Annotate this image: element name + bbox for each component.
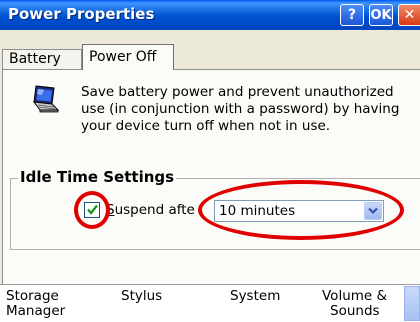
item-label-line1: Stylus	[121, 288, 163, 304]
help-button[interactable]: ?	[340, 4, 364, 26]
laptop-icon	[32, 85, 60, 113]
tab-battery[interactable]: Battery	[2, 49, 82, 69]
description-line: Save battery power and prevent unauthori…	[81, 84, 394, 100]
control-panel-item-storage-manager[interactable]: Storage Manager	[6, 289, 65, 319]
control-panel-item-volume-sounds[interactable]: Volume & Sounds	[322, 289, 387, 319]
idle-time-group-title: Idle Time Settings	[18, 168, 177, 186]
item-label-line1: Storage	[6, 288, 59, 304]
description-line: your device turn off when not in use.	[81, 118, 331, 134]
window-title: Power Properties	[8, 5, 155, 23]
annotation-circle-select	[198, 180, 404, 240]
suspend-label-rest: uspend afte	[114, 202, 195, 218]
annotation-circle-checkbox	[74, 191, 110, 229]
item-label-line2: Manager	[6, 303, 66, 319]
description-line: use (in conjunction with a password) by …	[81, 101, 400, 117]
power-off-description: Save battery power and prevent unauthori…	[81, 84, 417, 135]
item-label-line1: System	[230, 288, 281, 304]
suspend-checkbox-label[interactable]: Suspend afte	[106, 202, 195, 218]
item-label-line1: Volume &	[322, 288, 388, 304]
close-button[interactable]: ✕	[398, 4, 420, 26]
scrollbar[interactable]	[404, 286, 420, 321]
item-label-line2: Sounds	[330, 303, 380, 319]
ok-button[interactable]: OK	[369, 4, 393, 26]
control-panel-item-system[interactable]: System	[230, 289, 280, 304]
tab-power-off[interactable]: Power Off	[82, 44, 174, 70]
control-panel-item-stylus[interactable]: Stylus	[121, 289, 162, 304]
